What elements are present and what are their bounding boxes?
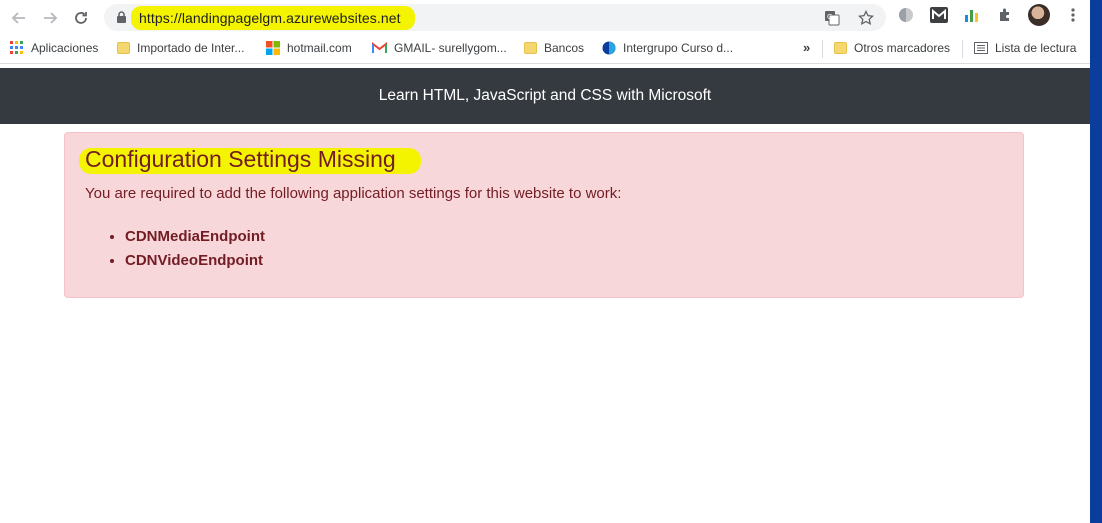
apps-grid-icon xyxy=(10,41,23,54)
folder-icon xyxy=(524,42,537,54)
extension-m-icon[interactable] xyxy=(929,5,949,25)
extension-circle-icon[interactable] xyxy=(896,5,916,25)
bookmark-apps[interactable]: Aplicaciones xyxy=(10,41,98,55)
bookmarks-divider xyxy=(822,40,823,58)
bookmarks-divider xyxy=(962,40,963,58)
alert-box: Configuration Settings Missing You are r… xyxy=(64,132,1024,298)
forward-arrow-icon xyxy=(44,11,58,24)
forward-button[interactable] xyxy=(37,5,63,31)
settings-list: CDNMediaEndpoint CDNVideoEndpoint xyxy=(125,225,265,273)
microsoft-logo-icon xyxy=(266,41,280,55)
bookmark-label: GMAIL- surellygom... xyxy=(394,41,507,55)
svg-text:G: G xyxy=(827,13,832,21)
bookmark-label: Lista de lectura xyxy=(995,41,1077,55)
bookmark-label: Importado de Inter... xyxy=(137,41,245,55)
url-text[interactable]: https://landingpagelgm.azurewebsites.net xyxy=(139,10,401,26)
profile-avatar[interactable] xyxy=(1028,4,1050,26)
bookmark-label: Intergrupo Curso d... xyxy=(623,41,734,55)
bookmark-label: Bancos xyxy=(544,41,585,55)
menu-kebab-icon[interactable] xyxy=(1063,5,1083,25)
bookmark-label: Otros marcadores xyxy=(854,41,951,55)
list-item: CDNVideoEndpoint xyxy=(125,249,265,273)
bookmark-bancos[interactable]: Bancos xyxy=(524,41,584,55)
reading-list-button[interactable]: Lista de lectura xyxy=(974,41,1076,55)
overflow-chevron-icon: » xyxy=(803,40,811,55)
bookmarks-bar: Aplicaciones Importado de Inter... hotma… xyxy=(0,35,1090,64)
alert-heading: Configuration Settings Missing xyxy=(85,146,396,172)
address-bar[interactable]: https://landingpagelgm.azurewebsites.net… xyxy=(104,4,886,31)
bookmark-intergrupo[interactable]: Intergrupo Curso d... xyxy=(602,41,733,55)
navbar: Learn HTML, JavaScript and CSS with Micr… xyxy=(0,68,1090,124)
reading-list-icon xyxy=(974,42,988,54)
bookmarks-overflow-button[interactable]: » xyxy=(803,40,810,55)
reload-button[interactable] xyxy=(68,5,94,31)
back-button[interactable] xyxy=(6,5,32,31)
window-edge xyxy=(1090,0,1102,523)
bookmark-gmail[interactable]: GMAIL- surellygom... xyxy=(372,41,507,55)
bookmark-label: hotmail.com xyxy=(287,41,352,55)
bookmark-other[interactable]: Otros marcadores xyxy=(834,41,950,55)
back-arrow-icon xyxy=(11,11,25,24)
bookmark-imported[interactable]: Importado de Inter... xyxy=(117,41,244,55)
bookmark-label: Aplicaciones xyxy=(31,41,99,55)
navbar-title[interactable]: Learn HTML, JavaScript and CSS with Micr… xyxy=(379,87,712,105)
bookmark-star-icon[interactable] xyxy=(856,8,876,28)
intergrupo-icon xyxy=(602,41,616,55)
browser-toolbar: https://landingpagelgm.azurewebsites.net… xyxy=(0,0,1090,35)
folder-icon xyxy=(117,42,130,54)
bookmark-hotmail[interactable]: hotmail.com xyxy=(266,41,352,55)
list-item: CDNMediaEndpoint xyxy=(125,225,265,249)
translate-icon[interactable]: G xyxy=(822,8,842,28)
gmail-icon xyxy=(372,42,387,53)
extensions-area xyxy=(896,4,1083,26)
reload-icon xyxy=(75,11,87,24)
folder-icon xyxy=(834,42,847,54)
extension-chart-icon[interactable] xyxy=(962,5,982,25)
alert-message: You are required to add the following ap… xyxy=(85,185,622,202)
page-content: Learn HTML, JavaScript and CSS with Micr… xyxy=(0,68,1090,523)
lock-icon[interactable] xyxy=(116,11,127,29)
extensions-puzzle-icon[interactable] xyxy=(995,5,1015,25)
